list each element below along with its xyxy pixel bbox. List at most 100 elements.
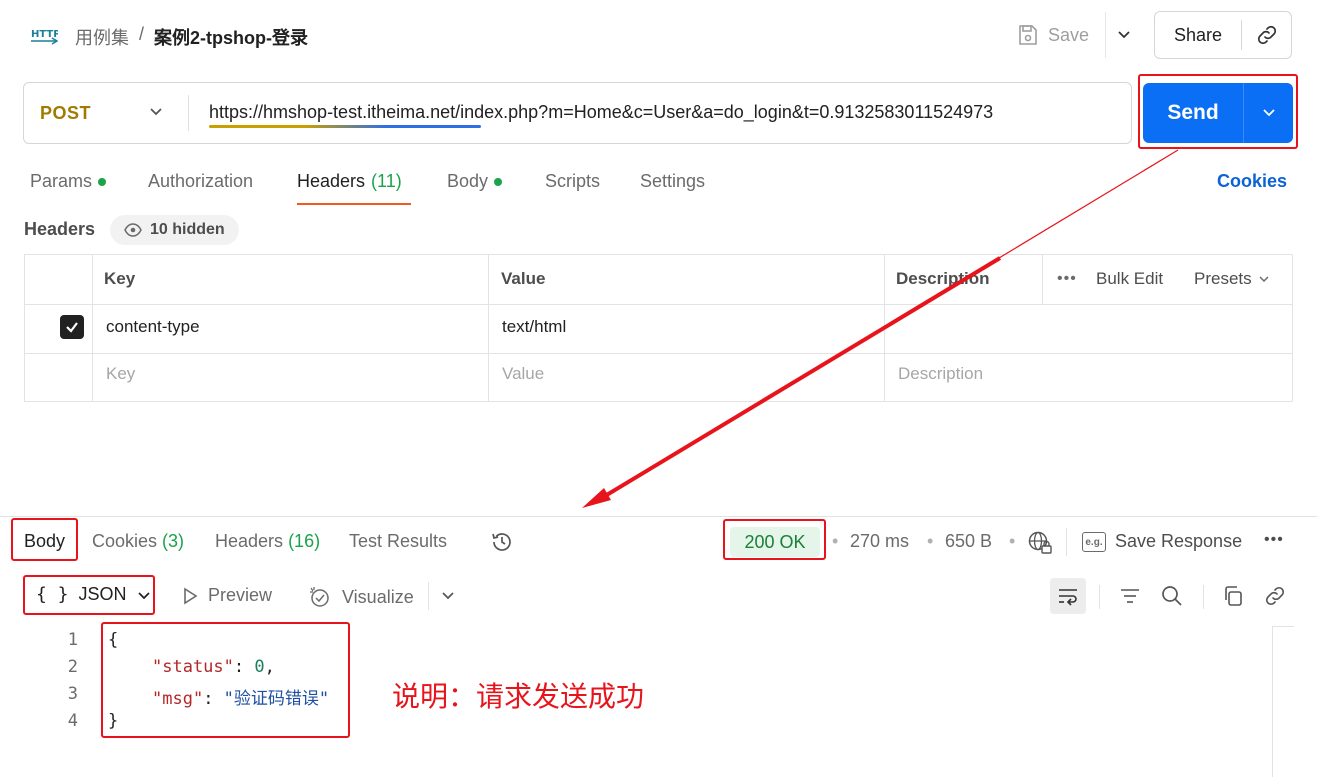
link-icon xyxy=(1257,25,1276,45)
save-response-button[interactable]: Save Response xyxy=(1115,531,1242,552)
link-icon[interactable] xyxy=(1263,584,1287,608)
chevron-down-icon[interactable] xyxy=(440,588,456,604)
send-button[interactable]: Send xyxy=(1143,83,1243,143)
share-button[interactable]: Share xyxy=(1155,25,1241,46)
chevron-down-icon[interactable] xyxy=(148,104,164,120)
new-key-input[interactable]: Key xyxy=(106,364,135,384)
editor-scrollbar[interactable] xyxy=(1272,626,1273,777)
meta-dot: • xyxy=(1009,531,1016,551)
tab-label: Authorization xyxy=(148,171,254,191)
history-icon[interactable] xyxy=(490,530,514,554)
eye-icon xyxy=(124,223,142,237)
column-header-value: Value xyxy=(501,269,546,288)
http-icon: HTTP xyxy=(31,29,58,45)
header-enabled-checkbox[interactable] xyxy=(60,315,84,339)
filter-icon[interactable] xyxy=(1118,584,1142,608)
tab-headers[interactable]: Headers (11) xyxy=(297,171,402,192)
line-number: 3 xyxy=(67,684,78,704)
save-options-button[interactable] xyxy=(1105,12,1141,58)
line-number: 4 xyxy=(67,711,78,731)
status-dot xyxy=(98,177,107,186)
save-icon xyxy=(1019,25,1037,45)
view-separator xyxy=(428,582,429,610)
status-dot xyxy=(494,177,503,186)
response-divider xyxy=(0,516,1317,517)
response-time[interactable]: 270 ms xyxy=(850,531,909,552)
tab-count: (3) xyxy=(162,531,185,551)
send-group: Send xyxy=(1143,83,1293,143)
wrap-lines-button[interactable] xyxy=(1050,578,1086,614)
copy-link-button[interactable] xyxy=(1241,20,1291,50)
column-header-description: Description xyxy=(896,269,990,288)
url-host-highlight xyxy=(209,125,481,128)
visualize-button[interactable]: Visualize xyxy=(308,585,414,609)
code-line-3: "msg": "验证码错误" xyxy=(152,689,330,709)
copy-icon[interactable] xyxy=(1221,584,1245,608)
header-key-cell[interactable]: content-type xyxy=(106,317,200,337)
send-options-button[interactable] xyxy=(1243,83,1293,143)
tab-label: Params xyxy=(30,171,93,191)
column-header-key: Key xyxy=(104,269,136,288)
meta-separator xyxy=(1066,528,1067,556)
breadcrumb-separator: / xyxy=(139,24,145,44)
hidden-headers-toggle[interactable]: 10 hidden xyxy=(110,215,239,245)
preview-button[interactable]: Preview xyxy=(182,585,272,606)
toolbar-separator xyxy=(1099,585,1100,609)
meta-dot: • xyxy=(927,531,934,551)
bulk-edit-button[interactable]: Bulk Edit xyxy=(1096,269,1163,289)
tab-authorization[interactable]: Authorization xyxy=(148,171,253,192)
chevron-down-icon xyxy=(1117,31,1130,39)
meta-dot: • xyxy=(832,531,839,551)
visualize-icon xyxy=(310,587,329,607)
play-icon xyxy=(184,587,198,604)
example-icon: e.g. xyxy=(1082,532,1106,552)
presets-label: Presets xyxy=(1194,269,1252,288)
headers-section-title: Headers xyxy=(24,219,96,239)
save-button[interactable]: Save xyxy=(1016,18,1089,52)
breadcrumb-request-name[interactable]: 案例2-tpshop-登录 xyxy=(154,24,308,50)
breadcrumb-collection[interactable]: 用例集 xyxy=(75,24,129,50)
cookies-link[interactable]: Cookies xyxy=(1217,171,1287,192)
format-label: JSON xyxy=(78,584,127,604)
share-group: Share xyxy=(1154,11,1292,59)
response-tab-test-results[interactable]: Test Results xyxy=(349,531,447,552)
preview-label: Preview xyxy=(208,585,273,605)
annotation-note: 说明：请求发送成功 xyxy=(392,680,645,713)
line-number: 1 xyxy=(67,630,78,650)
header-value-cell[interactable]: text/html xyxy=(502,317,566,337)
response-tab-body[interactable]: Body xyxy=(24,531,65,552)
tab-count: (11) xyxy=(371,171,402,191)
check-icon xyxy=(66,322,78,333)
new-description-input[interactable]: Description xyxy=(898,364,983,384)
format-select[interactable]: { } JSON xyxy=(36,584,151,605)
response-size[interactable]: 650 B xyxy=(945,531,992,552)
chevron-down-icon xyxy=(137,591,150,599)
presets-dropdown[interactable]: Presets xyxy=(1194,269,1270,289)
status-badge[interactable]: 200 OK xyxy=(730,527,820,557)
tab-label: Headers xyxy=(297,171,366,191)
chevron-down-icon xyxy=(1262,109,1275,117)
method-select[interactable]: POST xyxy=(40,103,91,124)
tab-body[interactable]: Body xyxy=(447,171,503,192)
wrap-icon xyxy=(1059,589,1077,606)
annotation-box-response-json xyxy=(101,622,350,738)
globe-lock-icon[interactable] xyxy=(1027,530,1053,556)
line-number: 2 xyxy=(67,657,78,677)
more-options-button[interactable]: ••• xyxy=(1057,270,1077,288)
code-line-4: } xyxy=(108,711,119,731)
hidden-count: 10 hidden xyxy=(150,221,225,238)
new-value-input[interactable]: Value xyxy=(502,364,544,384)
url-divider xyxy=(188,95,189,131)
url-input[interactable]: https://hmshop-test.itheima.net/index.ph… xyxy=(209,102,993,123)
chevron-down-icon xyxy=(1259,276,1269,283)
response-tab-cookies[interactable]: Cookies (3) xyxy=(92,531,184,552)
tab-scripts[interactable]: Scripts xyxy=(545,171,600,192)
tab-settings[interactable]: Settings xyxy=(640,171,705,192)
code-line-2: "status": 0, xyxy=(152,657,275,677)
response-more-button[interactable]: ••• xyxy=(1264,531,1284,549)
response-tab-headers[interactable]: Headers (16) xyxy=(215,531,320,552)
tab-params[interactable]: Params xyxy=(30,171,107,192)
search-icon[interactable] xyxy=(1160,584,1184,608)
editor-border xyxy=(1272,626,1294,627)
tab-label: Scripts xyxy=(545,171,601,191)
